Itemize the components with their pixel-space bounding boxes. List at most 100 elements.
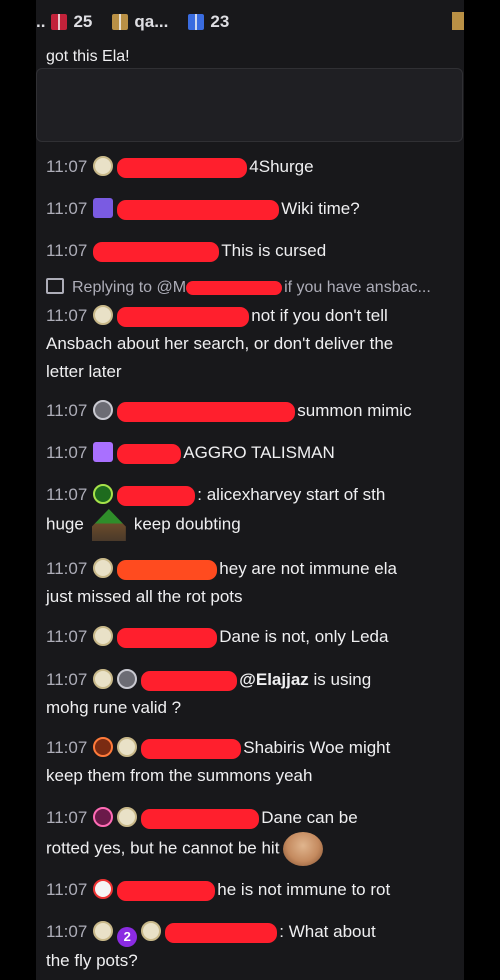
message-text: keep them from the summons yeah [46,766,313,785]
chat-message: 11:07 Dane is not, only Leda [46,623,452,651]
badge-icon [93,558,114,578]
timestamp: 11:07 [46,401,88,420]
gift-entry-2[interactable]: qa... [112,12,168,32]
chat-message: 11:07 he is not immune to rot [46,876,452,904]
badge-icon [117,669,138,689]
message-text: : alicexharvey start of sth [197,485,386,504]
badge-icon [93,305,114,325]
redacted-username [141,738,242,759]
message-text: Ansbach about her search, or don't deliv… [46,334,394,353]
video-badge-icon [93,442,114,462]
chat-message: 11:07 not if you don't tell Ansbach about… [46,302,452,386]
gift-user: qa... [134,12,169,31]
message-text: huge [46,514,84,534]
gift-count: 25 [73,12,93,31]
message-text: Shabiris Woe might [243,738,391,757]
timestamp: 11:07 [46,670,88,689]
gift-leaderboard: .. 25 qa... 23 [36,0,464,44]
timestamp: 11:07 [46,241,88,260]
chat-message: 11:07 Dane can be rotted yes, but he cann… [46,804,452,866]
timestamp: 11:07 [46,922,88,941]
mention[interactable]: @Elajjaz [239,670,309,689]
gift-icon [51,14,68,30]
message-text: rotted yes, but he cannot be hit [46,838,280,858]
message-text: just missed all the rot pots [46,587,243,606]
chat-message: 11:07 Wiki time? [46,195,452,223]
redacted-username [165,922,278,943]
chat-message: 11:07 2 : What about the fly pots? [46,918,452,975]
message-text: hey are not immune ela [219,559,397,578]
message-text: This is cursed [221,241,327,260]
gift-count: 23 [210,12,230,31]
message-text: Wiki time? [281,199,360,218]
timestamp: 11:07 [46,199,88,218]
redacted-username [117,306,250,327]
message-text: mohg rune valid ? [46,698,182,717]
redacted-username [117,485,196,506]
badge-icon [141,921,162,941]
message-text: not if you don't tell [251,306,388,325]
message-text: the fly pots? [46,951,138,970]
badge-icon [93,921,114,941]
redacted-username [117,627,218,648]
chat-message: 11:07 Shabiris Woe might keep them from t… [46,734,452,790]
reply-label: Replying to @M [72,279,187,296]
calendar-badge-icon [93,198,114,218]
chat-input-box[interactable] [36,68,463,142]
gift-icon [188,14,205,30]
chat-message: 11:07 : alicexharvey start of sth huge kee… [46,481,452,541]
gift-icon [452,12,464,30]
gift-entry-1[interactable]: .. 25 [36,12,92,32]
redacted-username [117,880,216,901]
redacted-username [141,808,260,829]
badge-icon [93,669,114,689]
badge-icon [117,807,138,827]
badge-icon [93,400,114,420]
message-text: is using [308,670,372,689]
message-text: Dane can be [261,808,358,827]
message-text: summon mimic [297,401,412,420]
timestamp: 11:07 [46,738,88,757]
message-text: Dane is not, only Leda [219,627,389,646]
badge-icon [93,156,114,176]
message-text: AGGRO TALISMAN [183,443,335,462]
sub-badge: 2 [117,927,138,947]
badge-icon [93,626,114,646]
message-text: 4Shurge [249,157,314,176]
message-text: he is not immune to rot [217,880,391,899]
chat-message: 11:07 4Shurge [46,153,452,181]
timestamp: 11:07 [46,443,88,462]
redacted-username [117,443,182,464]
redacted-username [117,401,296,422]
message-text: : What about [279,922,376,941]
message-text: keep doubting [133,514,241,534]
badge-icon [117,737,138,757]
timestamp: 11:07 [46,157,88,176]
redacted-username [117,157,248,178]
badge-icon [93,807,114,827]
reply-context[interactable]: Replying to @M if you have ansbac... [46,278,431,297]
redacted-username [93,241,220,262]
face-emote-icon [283,832,324,866]
chat-message: 11:07 summon mimic [46,397,452,425]
reply-text: if you have ansbac... [284,279,431,296]
wizard-emote-icon [91,509,126,541]
timestamp: 11:07 [46,559,88,578]
gift-icon [112,14,129,30]
timestamp: 11:07 [46,880,88,899]
chat-message: 11:07 AGGRO TALISMAN [46,439,452,467]
chat-panel: .. 25 qa... 23 got this Ela! 11:07 4Shurg… [36,0,464,980]
chat-message: 11:07 This is cursed [46,237,452,265]
ellipsis-text: .. [36,12,46,31]
badge-icon [93,737,114,757]
gift-entry-3[interactable]: 23 [188,12,229,32]
chat-message: 11:07 hey are not immune ela just missed … [46,555,452,611]
redacted-username [186,280,283,295]
reply-icon [46,278,64,294]
badge-icon [93,879,114,899]
timestamp: 11:07 [46,485,88,504]
chat-message: 11:07 @Elajjaz is using mohg rune valid ? [46,666,452,722]
timestamp: 11:07 [46,627,88,646]
message-text: letter later [46,362,122,381]
redacted-username [117,559,218,580]
